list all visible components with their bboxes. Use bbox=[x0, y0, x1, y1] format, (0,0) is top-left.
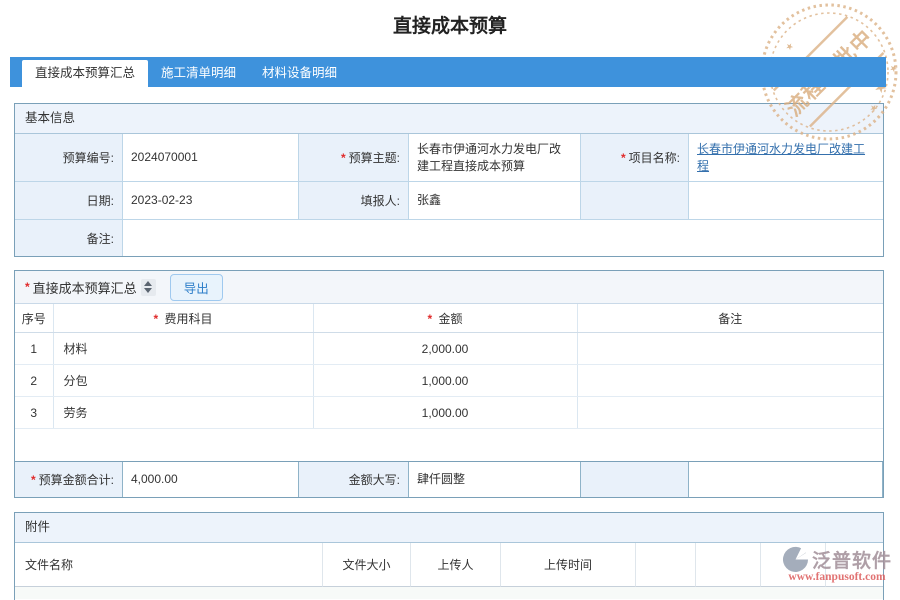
tab-material-equipment-detail[interactable]: 材料设备明细 bbox=[249, 60, 350, 87]
row-remark bbox=[577, 365, 883, 397]
basic-info-row-3: 备注: bbox=[15, 220, 883, 256]
total-amount-value: 4,000.00 bbox=[123, 462, 299, 497]
vendor-logo-icon bbox=[782, 546, 809, 573]
empty-value-cell bbox=[689, 462, 883, 497]
col-seq: 序号 bbox=[15, 304, 53, 333]
project-link[interactable]: 长春市伊通河水力发电厂改建工程 bbox=[697, 141, 875, 173]
empty-value-cell bbox=[689, 182, 883, 220]
row-seq: 2 bbox=[15, 365, 53, 397]
tab-bar: 直接成本预算汇总 施工清单明细 材料设备明细 bbox=[10, 57, 886, 87]
remark-label: 备注: bbox=[15, 220, 123, 256]
row-subject: 劳务 bbox=[53, 397, 313, 429]
required-asterisk: * bbox=[427, 312, 432, 326]
required-asterisk: * bbox=[31, 473, 36, 487]
required-asterisk: * bbox=[341, 151, 346, 165]
sort-toggle-icon[interactable] bbox=[141, 279, 156, 296]
table-row: 2 分包 1,000.00 bbox=[15, 365, 883, 397]
page: 直接成本预算 流程审批中 ★ ★ ★ ★ ★ ★ 直接成本预算汇总 施工清单明细… bbox=[0, 0, 900, 600]
col-amount: * 金额 bbox=[313, 304, 577, 333]
attachments-header: 附件 bbox=[15, 513, 883, 543]
table-row: 3 劳务 1,000.00 bbox=[15, 397, 883, 429]
attachments-table-header: 文件名称 文件大小 上传人 上传时间 bbox=[15, 543, 883, 587]
tab-direct-cost-summary[interactable]: 直接成本预算汇总 bbox=[22, 60, 148, 87]
required-asterisk: * bbox=[25, 280, 30, 294]
basic-info-header: 基本信息 bbox=[15, 104, 883, 134]
svg-text:★: ★ bbox=[887, 62, 900, 75]
summary-table-body: 1 材料 2,000.00 2 分包 1,000.00 3 劳务 1,000.0… bbox=[15, 333, 883, 429]
cost-summary-section: * 直接成本预算汇总 导出 序号 * 费用科目 * 金额 备注 bbox=[14, 270, 884, 498]
summary-toolbar: * 直接成本预算汇总 导出 bbox=[15, 271, 883, 304]
reporter-label: 填报人: bbox=[299, 182, 409, 220]
summary-table-header: 序号 * 费用科目 * 金额 备注 bbox=[15, 304, 883, 333]
empty-label-cell bbox=[581, 462, 689, 497]
amount-in-words-value: 肆仟圆整 bbox=[409, 462, 581, 497]
row-remark bbox=[577, 397, 883, 429]
basic-info-section: 基本信息 预算编号: 2024070001 * 预算主题: 长春市伊通河水力发电… bbox=[14, 103, 884, 257]
budget-subject-label: * 预算主题: bbox=[299, 134, 409, 182]
date-value: 2023-02-23 bbox=[123, 182, 299, 220]
col-uploader: 上传人 bbox=[411, 543, 501, 587]
col-remark: 备注 bbox=[577, 304, 883, 333]
remark-value bbox=[123, 220, 883, 256]
export-button[interactable]: 导出 bbox=[170, 274, 223, 301]
col-file-name: 文件名称 bbox=[15, 543, 323, 587]
vendor-logo: 泛普软件 www.fanpusoft.com bbox=[782, 546, 892, 583]
budget-no-value: 2024070001 bbox=[123, 134, 299, 182]
col-empty bbox=[696, 543, 761, 587]
col-empty bbox=[636, 543, 696, 587]
col-file-size: 文件大小 bbox=[323, 543, 411, 587]
project-name-label: * 项目名称: bbox=[581, 134, 689, 182]
vendor-name: 泛普软件 bbox=[812, 546, 892, 573]
date-label: 日期: bbox=[15, 182, 123, 220]
basic-info-row-1: 预算编号: 2024070001 * 预算主题: 长春市伊通河水力发电厂改建工程… bbox=[15, 134, 883, 182]
summary-title: 直接成本预算汇总 bbox=[33, 278, 137, 297]
vendor-url: www.fanpusoft.com bbox=[788, 571, 885, 583]
col-expense-subject: * 费用科目 bbox=[53, 304, 313, 333]
row-seq: 1 bbox=[15, 333, 53, 365]
attachments-empty-row bbox=[15, 587, 883, 599]
required-asterisk: * bbox=[153, 312, 158, 326]
empty-label-cell bbox=[581, 182, 689, 220]
col-upload-time: 上传时间 bbox=[501, 543, 636, 587]
reporter-value: 张鑫 bbox=[409, 182, 581, 220]
project-name-value: 长春市伊通河水力发电厂改建工程 bbox=[689, 134, 883, 182]
basic-info-row-2: 日期: 2023-02-23 填报人: 张鑫 bbox=[15, 182, 883, 220]
row-remark bbox=[577, 333, 883, 365]
total-amount-label: * 预算金额合计: bbox=[15, 462, 123, 497]
row-subject: 分包 bbox=[53, 365, 313, 397]
amount-in-words-label: 金额大写: bbox=[299, 462, 409, 497]
table-row: 1 材料 2,000.00 bbox=[15, 333, 883, 365]
required-asterisk: * bbox=[621, 151, 626, 165]
attachments-section: 附件 文件名称 文件大小 上传人 上传时间 bbox=[14, 512, 884, 600]
svg-text:★: ★ bbox=[783, 40, 796, 53]
budget-subject-value: 长春市伊通河水力发电厂改建工程直接成本预算 bbox=[409, 134, 581, 182]
row-amount: 1,000.00 bbox=[313, 365, 577, 397]
row-seq: 3 bbox=[15, 397, 53, 429]
row-subject: 材料 bbox=[53, 333, 313, 365]
summary-table: 序号 * 费用科目 * 金额 备注 1 材料 2,000.00 2 分包 bbox=[15, 304, 883, 429]
row-amount: 1,000.00 bbox=[313, 397, 577, 429]
tab-construction-list-detail[interactable]: 施工清单明细 bbox=[148, 60, 249, 87]
page-title: 直接成本预算 bbox=[0, 11, 900, 38]
budget-no-label: 预算编号: bbox=[15, 134, 123, 182]
row-amount: 2,000.00 bbox=[313, 333, 577, 365]
summary-totals-row: * 预算金额合计: 4,000.00 金额大写: 肆仟圆整 bbox=[15, 461, 883, 497]
